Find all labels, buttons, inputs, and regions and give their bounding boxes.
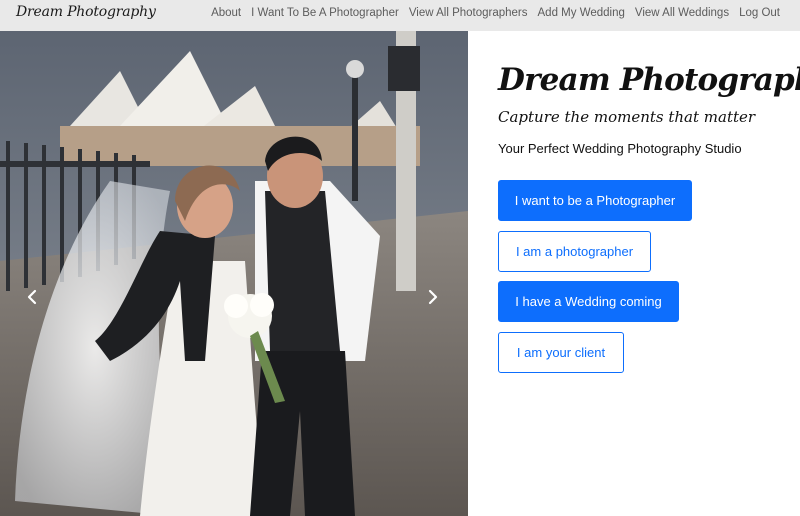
- chevron-left-icon: [27, 289, 37, 305]
- hero-title: Dream Photography: [498, 62, 800, 98]
- top-navbar: Dream Photography About I Want To Be A P…: [0, 0, 800, 31]
- carousel-next-button[interactable]: [421, 285, 445, 309]
- hero-section: Dream Photography Capture the moments th…: [498, 58, 800, 158]
- nav-view-weddings[interactable]: View All Weddings: [635, 7, 729, 19]
- nav-add-wedding[interactable]: Add My Wedding: [538, 7, 625, 19]
- wedding-couple-photo: [0, 31, 468, 516]
- nav-view-photographers[interactable]: View All Photographers: [409, 7, 528, 19]
- nav-links: About I Want To Be A Photographer View A…: [201, 7, 780, 19]
- photo-carousel: [0, 31, 468, 516]
- photographer-signup-button[interactable]: I want to be a Photographer: [498, 180, 692, 221]
- nav-log-out[interactable]: Log Out: [739, 7, 780, 19]
- client-login-button[interactable]: I am your client: [498, 332, 624, 373]
- hero-subtitle: Capture the moments that matter: [498, 108, 756, 126]
- nav-become-photographer[interactable]: I Want To Be A Photographer: [251, 7, 399, 19]
- brand-logo-link[interactable]: Dream Photography: [16, 4, 156, 20]
- wedding-signup-button[interactable]: I have a Wedding coming: [498, 281, 679, 322]
- photographer-login-button[interactable]: I am a photographer: [498, 231, 651, 272]
- chevron-right-icon: [428, 289, 438, 305]
- hero-tagline: Your Perfect Wedding Photography Studio: [498, 141, 742, 156]
- carousel-prev-button[interactable]: [20, 285, 44, 309]
- nav-about[interactable]: About: [211, 7, 241, 19]
